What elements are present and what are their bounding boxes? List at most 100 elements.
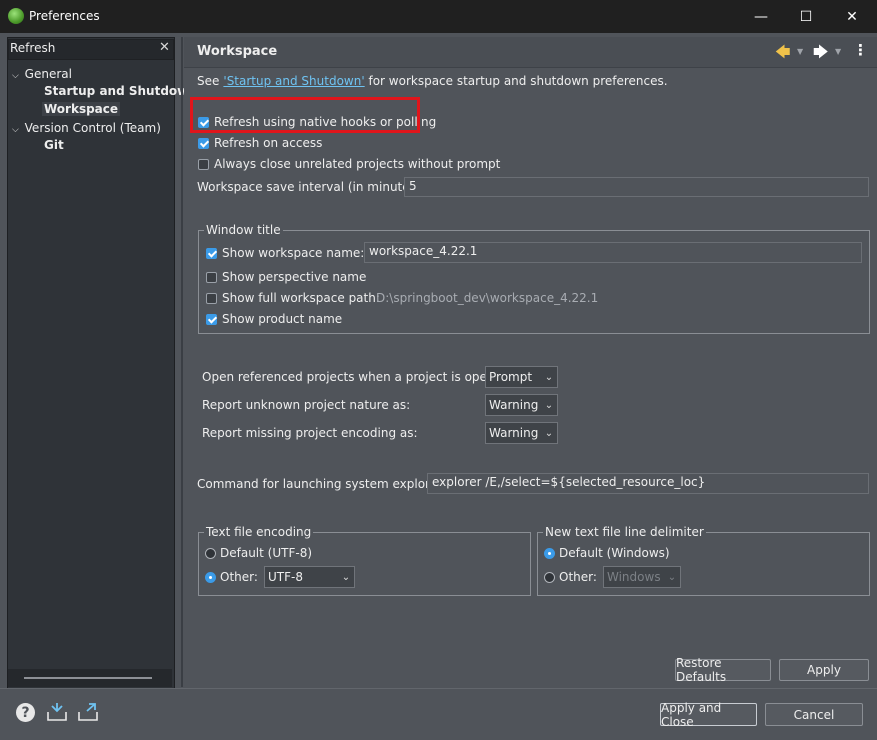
radio-circle[interactable] — [544, 571, 555, 583]
missing-encoding-label: Report missing project encoding as: — [202, 426, 418, 440]
unknown-nature-label: Report unknown project nature as: — [202, 398, 411, 412]
highlight-annotation — [190, 97, 420, 133]
radio-label: Default (Windows) — [559, 546, 670, 560]
open-referenced-label: Open referenced projects when a project … — [202, 370, 514, 384]
always-close-checkbox[interactable]: Always close unrelated projects without … — [198, 157, 500, 171]
restore-defaults-button[interactable]: Restore Defaults — [675, 656, 771, 684]
tree-item-label: General — [24, 67, 72, 81]
tree-item-workspace[interactable]: Workspace — [42, 102, 121, 116]
view-menu-icon[interactable]: ⋮ — [853, 41, 868, 59]
checkbox-label: Refresh on access — [214, 136, 323, 150]
show-product-name-checkbox[interactable]: Show product name — [206, 312, 342, 326]
missing-encoding-select[interactable]: Warning ⌄ — [485, 422, 558, 444]
chevron-down-icon[interactable]: ⌄ — [338, 572, 354, 583]
radio-circle[interactable] — [544, 547, 555, 559]
show-full-path-checkbox[interactable]: Show full workspace path: — [206, 291, 380, 305]
checkbox-label: Show product name — [222, 312, 343, 326]
select-value: Warning — [489, 426, 539, 440]
chevron-down-icon[interactable]: ⌄ — [541, 372, 557, 383]
checkbox-label: Always close unrelated projects without … — [214, 157, 501, 171]
full-workspace-path-value: D:\springboot_dev\workspace_4.22.1 — [376, 291, 599, 305]
text-file-encoding-label: Text file encoding — [204, 525, 314, 539]
filter-input-value: Refresh — [10, 41, 56, 55]
unknown-nature-select[interactable]: Warning ⌄ — [485, 394, 558, 416]
delimiter-default-radio[interactable]: Default (Windows) — [544, 546, 670, 560]
window-title-group-label: Window title — [204, 223, 283, 237]
header-divider — [184, 67, 877, 68]
tree-item-version-control[interactable]: ⌵ Version Control (Team) — [12, 121, 161, 135]
delimiter-other-select: Windows ⌄ — [603, 566, 681, 588]
chevron-down-icon: ⌄ — [667, 571, 677, 583]
apply-and-close-button[interactable]: Apply and Close — [660, 701, 757, 729]
save-interval-label: Workspace save interval (in minutes): — [197, 180, 425, 194]
select-value: UTF-8 — [268, 570, 303, 584]
chevron-down-icon[interactable]: ⌄ — [541, 400, 557, 411]
window-title: Preferences — [29, 9, 100, 23]
checkbox-box[interactable] — [198, 158, 209, 170]
see-startup-text: See 'Startup and Shutdown' for workspace… — [197, 74, 668, 88]
tree-item-label: Workspace — [42, 102, 121, 116]
delimiter-other-radio[interactable]: Other: — [544, 570, 597, 584]
checkbox-box[interactable] — [198, 137, 209, 149]
apply-button[interactable]: Apply — [779, 659, 869, 681]
text-file-encoding-group — [198, 532, 531, 596]
export-icon[interactable] — [77, 702, 99, 726]
select-value: Windows — [607, 570, 661, 584]
chevron-down-icon[interactable]: ▼ — [835, 47, 841, 56]
tree-item-general[interactable]: ⌵ General — [12, 67, 72, 81]
checkbox-label: Show workspace name: — [222, 246, 365, 260]
close-button[interactable]: ✕ — [829, 0, 875, 33]
radio-label: Default (UTF-8) — [220, 546, 313, 560]
maximize-button[interactable]: ☐ — [783, 0, 829, 33]
save-interval-field[interactable]: 5 — [404, 177, 869, 197]
scrollbar-thumb[interactable] — [24, 677, 152, 679]
line-delimiter-label: New text file line delimiter — [543, 525, 706, 539]
encoding-other-select[interactable]: UTF-8 ⌄ — [264, 566, 355, 588]
minimize-button[interactable]: — — [738, 0, 784, 33]
explorer-command-field[interactable]: explorer /E,/select=${selected_resource_… — [427, 473, 869, 494]
checkbox-box[interactable] — [206, 247, 217, 259]
tree-item-startup-shutdown[interactable]: Startup and Shutdown — [44, 84, 197, 98]
tree-item-label: Version Control (Team) — [24, 121, 161, 135]
show-workspace-name-checkbox[interactable]: Show workspace name: — [206, 246, 364, 260]
cancel-button[interactable]: Cancel — [765, 703, 863, 726]
checkbox-label: Show perspective name — [222, 270, 367, 284]
radio-label: Other: — [220, 570, 258, 584]
page-header — [184, 37, 877, 67]
chevron-down-icon[interactable]: ⌄ — [541, 428, 557, 439]
checkbox-label: Show full workspace path: — [222, 291, 380, 305]
encoding-other-radio[interactable]: Other: — [205, 570, 258, 584]
radio-circle[interactable] — [205, 547, 216, 559]
checkbox-box[interactable] — [206, 313, 217, 325]
refresh-on-access-checkbox[interactable]: Refresh on access — [198, 136, 322, 150]
select-value: Prompt — [489, 370, 533, 384]
tree-item-label: Git — [44, 138, 64, 152]
import-icon[interactable] — [46, 702, 68, 726]
page-title: Workspace — [197, 44, 278, 59]
checkbox-box[interactable] — [206, 292, 217, 304]
show-perspective-name-checkbox[interactable]: Show perspective name — [206, 270, 366, 284]
chevron-down-icon[interactable]: ▼ — [797, 47, 803, 56]
help-icon[interactable]: ? — [16, 703, 35, 722]
radio-label: Other: — [559, 570, 597, 584]
spring-logo-icon — [8, 8, 24, 24]
open-referenced-select[interactable]: Prompt ⌄ — [485, 366, 558, 388]
select-value: Warning — [489, 398, 539, 412]
encoding-default-radio[interactable]: Default (UTF-8) — [205, 546, 312, 560]
see-suffix: for workspace startup and shutdown prefe… — [364, 74, 668, 88]
pane-splitter[interactable] — [181, 37, 183, 687]
arrow-right-icon[interactable]: 🡆 — [813, 42, 829, 67]
tree-item-label: Startup and Shutdown — [44, 84, 197, 98]
workspace-name-field[interactable]: workspace_4.22.1 — [364, 242, 862, 263]
startup-shutdown-link[interactable]: 'Startup and Shutdown' — [223, 74, 364, 88]
see-prefix: See — [197, 74, 220, 88]
radio-circle[interactable] — [205, 571, 216, 583]
tree-item-git[interactable]: Git — [44, 138, 64, 152]
chevron-down-icon[interactable]: ⌵ — [12, 71, 19, 81]
explorer-command-label: Command for launching system explorer: — [197, 477, 446, 491]
line-delimiter-group — [537, 532, 870, 596]
clear-filter-icon[interactable]: ✕ — [159, 40, 170, 55]
chevron-down-icon[interactable]: ⌵ — [12, 125, 19, 135]
arrow-left-icon[interactable]: 🡄 — [775, 42, 791, 67]
checkbox-box[interactable] — [206, 271, 217, 283]
